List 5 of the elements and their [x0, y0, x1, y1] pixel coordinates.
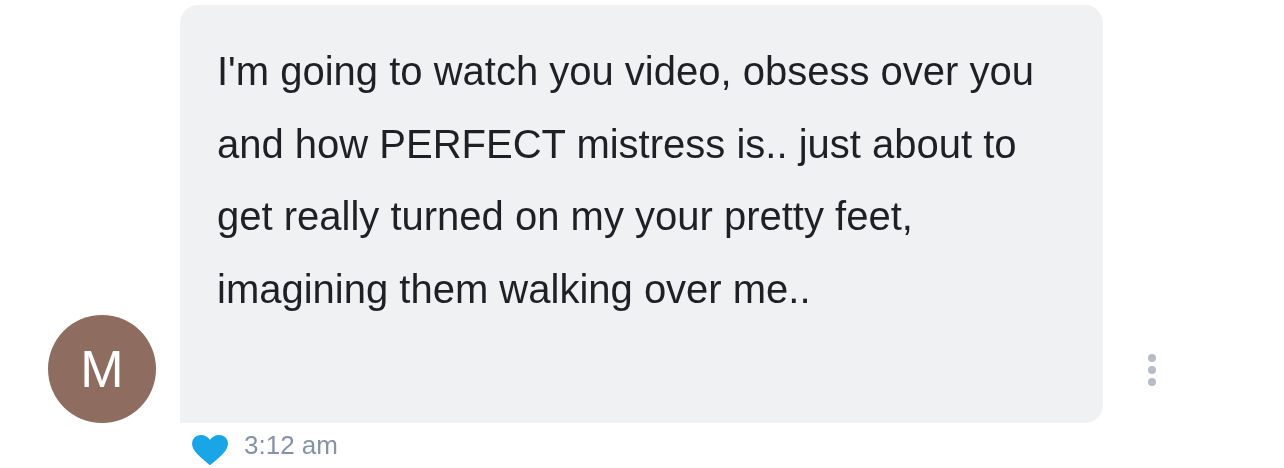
message-time: 3:12 am	[244, 430, 338, 461]
more-options-icon[interactable]	[1147, 353, 1157, 387]
heart-icon[interactable]	[192, 434, 228, 465]
avatar: M	[48, 315, 156, 423]
message-text: I'm going to watch you video, obsess over you and how PERFECT mistress is.. just about to get really turned on my your pretty feet, imagining them walking over me..	[217, 48, 1035, 313]
